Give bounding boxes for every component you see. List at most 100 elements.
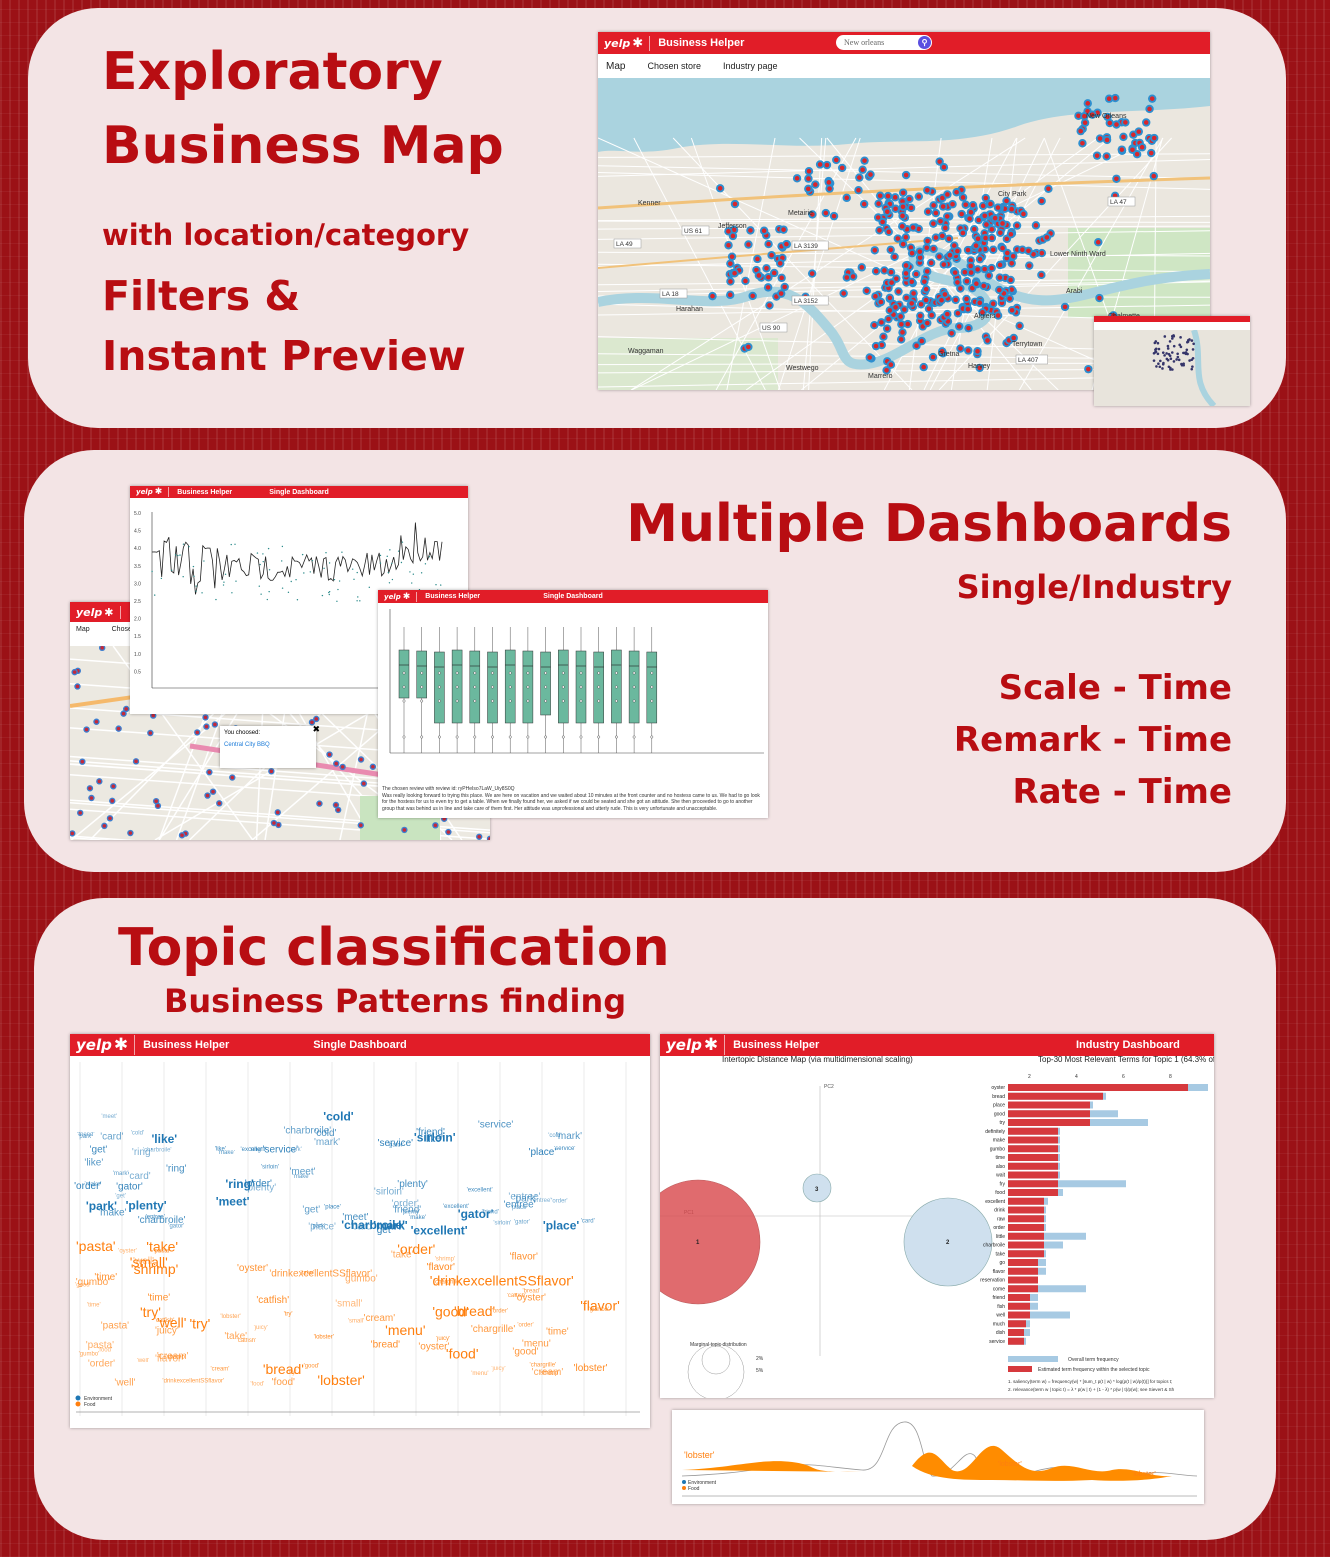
marker-dot [824, 162, 830, 168]
outlier [632, 699, 636, 703]
business-marker [973, 346, 982, 356]
rating-point [356, 571, 358, 574]
search-box[interactable]: New orleans ⚲ [836, 35, 932, 50]
business-marker [332, 801, 340, 809]
business-marker [1037, 270, 1046, 280]
marker-dot [944, 311, 950, 317]
tab-industry-page[interactable]: Industry page [723, 61, 778, 72]
term-topic-bar [1008, 1101, 1090, 1109]
term-topic-bar [1008, 1232, 1044, 1240]
item-remark-time: Remark - Time [953, 720, 1232, 760]
business-marker [1132, 149, 1142, 159]
panel-topics: Topic classification Business Patterns f… [34, 898, 1276, 1540]
business-marker [884, 314, 893, 324]
marker-dot [272, 821, 276, 825]
rating-point [379, 554, 382, 557]
env-word: 'make' [293, 1174, 310, 1180]
business-marker [804, 184, 813, 194]
business-marker [270, 819, 278, 827]
business-marker [928, 352, 938, 362]
outlier [561, 699, 565, 703]
marker-dot [833, 157, 839, 163]
preview-thumbnail[interactable] [1094, 316, 1250, 406]
rating-point [325, 552, 327, 554]
panel-dashboards: Multiple Dashboards Single/Industry Scal… [24, 450, 1286, 872]
search-icon[interactable]: ⚲ [918, 36, 931, 49]
feature-line1: Filters & [102, 272, 301, 320]
business-marker [898, 328, 907, 337]
tab-chosen-store[interactable]: Chosen store [647, 61, 701, 72]
preview-marker [1161, 351, 1165, 354]
business-marker [964, 323, 973, 333]
term-label: charbroile [983, 1243, 1005, 1249]
rating-point [309, 571, 311, 573]
business-marker [996, 228, 1005, 237]
marker-dot [371, 764, 375, 769]
marker-dot [1112, 95, 1118, 101]
outlier [579, 735, 583, 739]
business-marker [848, 272, 858, 281]
env-word: 'cold' [131, 1131, 144, 1137]
business-marker [963, 245, 973, 255]
ldavis-chart: Intertopic Distance Map (via multidimens… [660, 1056, 1214, 1398]
business-marker [274, 809, 281, 816]
marker-dot [937, 254, 942, 259]
outlier [491, 685, 494, 689]
business-marker [962, 294, 971, 304]
word-stream-chart: 'make''park''place''gator''sirloin''char… [74, 1062, 640, 1416]
intertopic-title: Intertopic Distance Map (via multidimens… [722, 1056, 913, 1064]
marker-dot [892, 195, 898, 200]
marker-dot [211, 789, 215, 794]
tab-map[interactable]: Map [606, 61, 625, 72]
marker-dot [732, 201, 738, 207]
shield-label: US 90 [762, 325, 780, 332]
preview-land [1094, 330, 1250, 406]
close-icon[interactable]: ✖ [312, 724, 320, 735]
box-body [540, 651, 551, 716]
food-word: 'menu' [385, 1322, 425, 1338]
business-marker [855, 173, 864, 182]
preview-marker [1158, 365, 1162, 369]
business-marker [360, 780, 368, 787]
marker-dot [1143, 120, 1149, 125]
business-marker [763, 283, 773, 292]
term-topic-bar [1008, 1337, 1024, 1345]
marker-dot [1104, 154, 1109, 159]
env-word: 'gator' [388, 1143, 404, 1149]
outlier [402, 685, 406, 689]
y-tick-label: 3.5 [134, 564, 141, 570]
business-marker [919, 362, 928, 372]
env-word: 'card' [581, 1219, 595, 1225]
marker-dot [861, 201, 867, 207]
preview-marker [1188, 338, 1191, 341]
yelp-logo: yelp ✱ [660, 1035, 726, 1055]
rating-point [420, 572, 423, 574]
business-marker [203, 723, 210, 730]
business-marker [357, 756, 365, 763]
env-word: 'card' [350, 1221, 373, 1232]
marker-dot [950, 201, 955, 207]
preview-marker [1163, 354, 1166, 357]
term-label: make [993, 1138, 1005, 1144]
search-input[interactable]: New orleans [836, 38, 884, 47]
marker-dot [717, 185, 723, 191]
marker-dot [955, 280, 960, 285]
marker-dot [900, 330, 905, 335]
marker-dot [94, 719, 99, 724]
marker-dot [925, 209, 931, 215]
marker-dot [986, 273, 992, 278]
map-place-label: Harahan [676, 306, 703, 313]
marker-dot [905, 321, 911, 327]
marker-dot [877, 228, 882, 233]
business-marker [326, 751, 333, 758]
marker-dot [1119, 147, 1125, 152]
popup-store-link[interactable]: Central City BBQ [224, 742, 312, 748]
tab-map[interactable]: Map [76, 626, 90, 633]
business-marker [907, 277, 916, 286]
business-marker [754, 271, 764, 280]
y-tick-label: 4.5 [134, 529, 141, 535]
business-marker [229, 774, 236, 781]
rating-point [171, 569, 173, 572]
marker-dot [317, 801, 322, 806]
business-marker [858, 165, 867, 174]
